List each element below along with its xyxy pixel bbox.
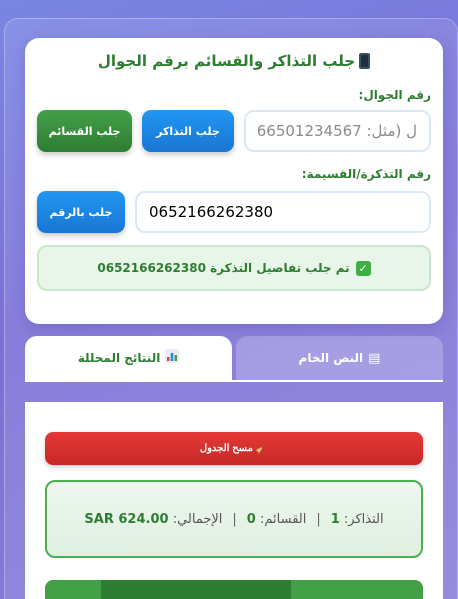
results-summary: التذاكر: 1 | القسائم: 0 | الإجمالي: SAR … xyxy=(45,480,423,558)
card-title-text: جلب التذاكر والقسائم برقم الجوال xyxy=(97,52,356,70)
total-value: SAR 624.00 xyxy=(84,511,169,527)
tab-raw-text[interactable]: ▤ النص الخام xyxy=(236,336,443,380)
fetch-card: جلب التذاكر والقسائم برقم الجوال رقم الج… xyxy=(25,38,443,324)
check-mark-icon: ✓ xyxy=(355,260,371,276)
mobile-phone-icon xyxy=(359,53,371,69)
tab-raw-text-label: النص الخام xyxy=(298,351,364,365)
tickets-count: 1 xyxy=(330,511,340,527)
clear-table-button[interactable]: 🧹 مسح الجدول xyxy=(45,432,423,465)
fetch-by-number-button[interactable]: جلب بالرقم xyxy=(37,191,125,233)
vouchers-label: القسائم: xyxy=(259,511,307,527)
tickets-label: التذاكر: xyxy=(343,511,384,527)
success-message-text: تم جلب تفاصيل التذكرة 0652166262380 xyxy=(97,261,350,275)
separator: | xyxy=(232,511,237,527)
ticket-number-input[interactable] xyxy=(135,191,431,233)
total-label: الإجمالي: xyxy=(172,511,223,527)
results-table-header xyxy=(45,580,423,599)
separator: | xyxy=(316,511,321,527)
document-icon: ▤ xyxy=(368,350,381,366)
tab-analyzed-results-label: النتائج المحللة xyxy=(77,351,161,365)
vouchers-count: 0 xyxy=(246,511,256,527)
tab-analyzed-results[interactable]: النتائج المحللة xyxy=(25,336,232,380)
fetch-vouchers-button[interactable]: جلب القسائم xyxy=(37,110,132,152)
results-panel: 🧹 مسح الجدول التذاكر: 1 | القسائم: 0 | ا… xyxy=(25,402,443,599)
tab-underline xyxy=(25,380,443,382)
card-title: جلب التذاكر والقسائم برقم الجوال xyxy=(43,52,425,70)
ticket-label: رقم التذكرة/القسيمة: xyxy=(301,167,431,181)
phone-label: رقم الجوال: xyxy=(358,88,431,102)
clear-table-label: مسح الجدول xyxy=(199,443,253,454)
success-message: ✓ تم جلب تفاصيل التذكرة 0652166262380 xyxy=(37,245,431,291)
phone-input[interactable] xyxy=(244,110,431,152)
fetch-tickets-button[interactable]: جلب التذاكر xyxy=(142,110,234,152)
table-header-band xyxy=(101,580,291,599)
broom-icon: 🧹 xyxy=(255,443,269,454)
bar-chart-icon xyxy=(165,349,180,367)
